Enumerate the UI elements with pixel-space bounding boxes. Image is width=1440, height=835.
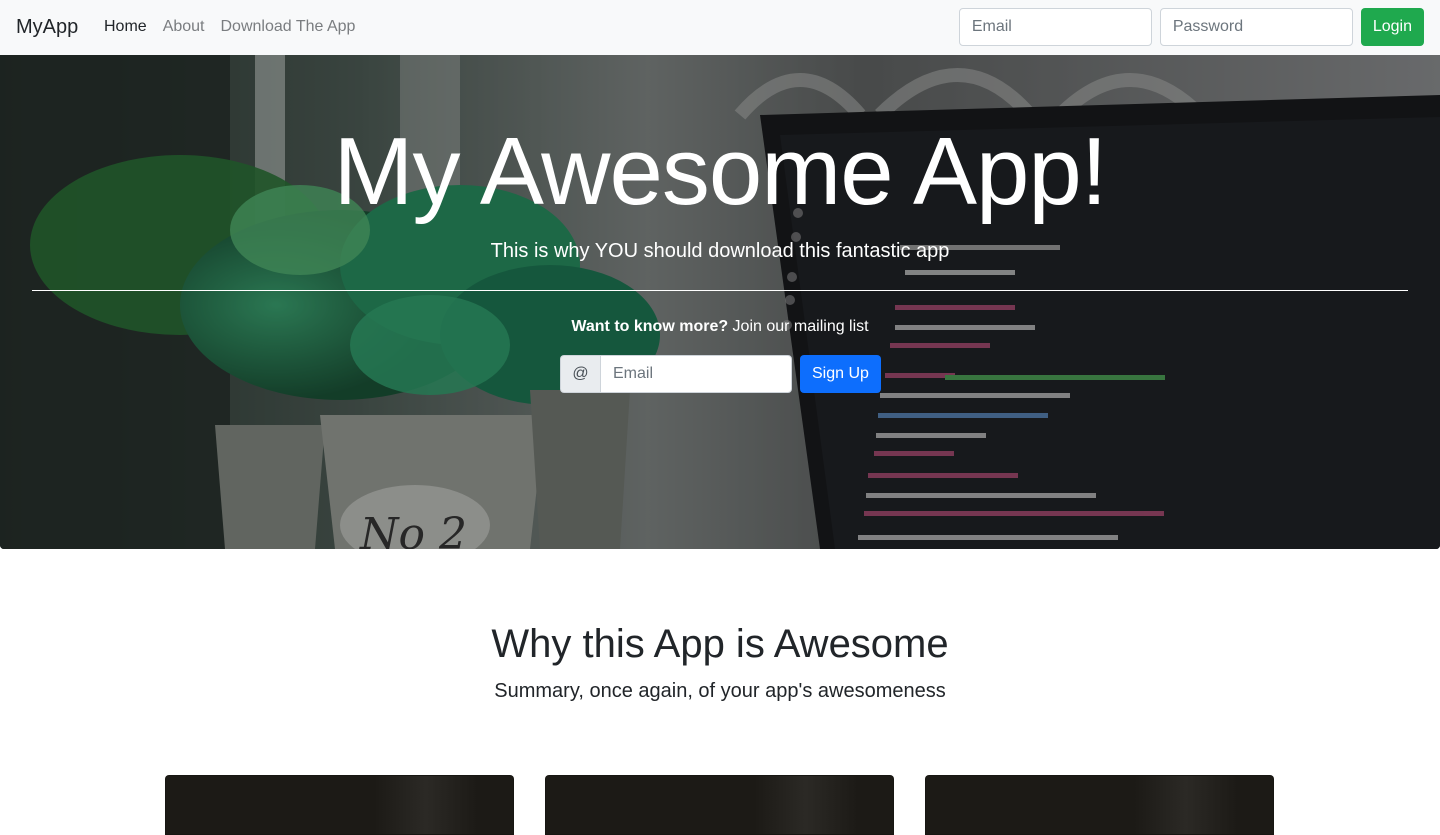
signup-form: @ Sign Up bbox=[560, 355, 881, 393]
feature-card[interactable] bbox=[545, 775, 894, 835]
nav-link-about[interactable]: About bbox=[163, 16, 205, 38]
navbar: MyApp Home About Download The App Login bbox=[0, 0, 1440, 55]
features-title: Why this App is Awesome bbox=[491, 622, 949, 666]
login-button[interactable]: Login bbox=[1360, 8, 1424, 46]
nav-links: Home About Download The App bbox=[104, 16, 355, 38]
login-form: Login bbox=[958, 8, 1424, 46]
feature-card[interactable] bbox=[925, 775, 1274, 835]
nav-link-download[interactable]: Download The App bbox=[221, 16, 356, 38]
hero-divider bbox=[32, 290, 1408, 291]
hero-subtitle: This is why YOU should download this fan… bbox=[490, 240, 950, 262]
mailing-list-prompt: Want to know more? Join our mailing list bbox=[0, 317, 1440, 337]
login-password-input[interactable] bbox=[1159, 8, 1353, 46]
at-symbol-addon: @ bbox=[560, 355, 600, 393]
nav-link-home[interactable]: Home bbox=[104, 16, 147, 38]
feature-card[interactable] bbox=[165, 775, 514, 835]
hero-title: My Awesome App! bbox=[333, 118, 1108, 225]
mailing-list-prompt-text: Join our mailing list bbox=[728, 318, 869, 335]
signup-email-input[interactable] bbox=[600, 355, 792, 393]
hero-section: No 2 My Awesome App! This is why YOU sho… bbox=[0, 55, 1440, 549]
brand-logo[interactable]: MyApp bbox=[16, 14, 78, 40]
features-subtitle: Summary, once again, of your app's aweso… bbox=[494, 680, 946, 702]
signup-button[interactable]: Sign Up bbox=[800, 355, 881, 393]
mailing-list-prompt-bold: Want to know more? bbox=[571, 318, 729, 335]
login-email-input[interactable] bbox=[958, 8, 1152, 46]
